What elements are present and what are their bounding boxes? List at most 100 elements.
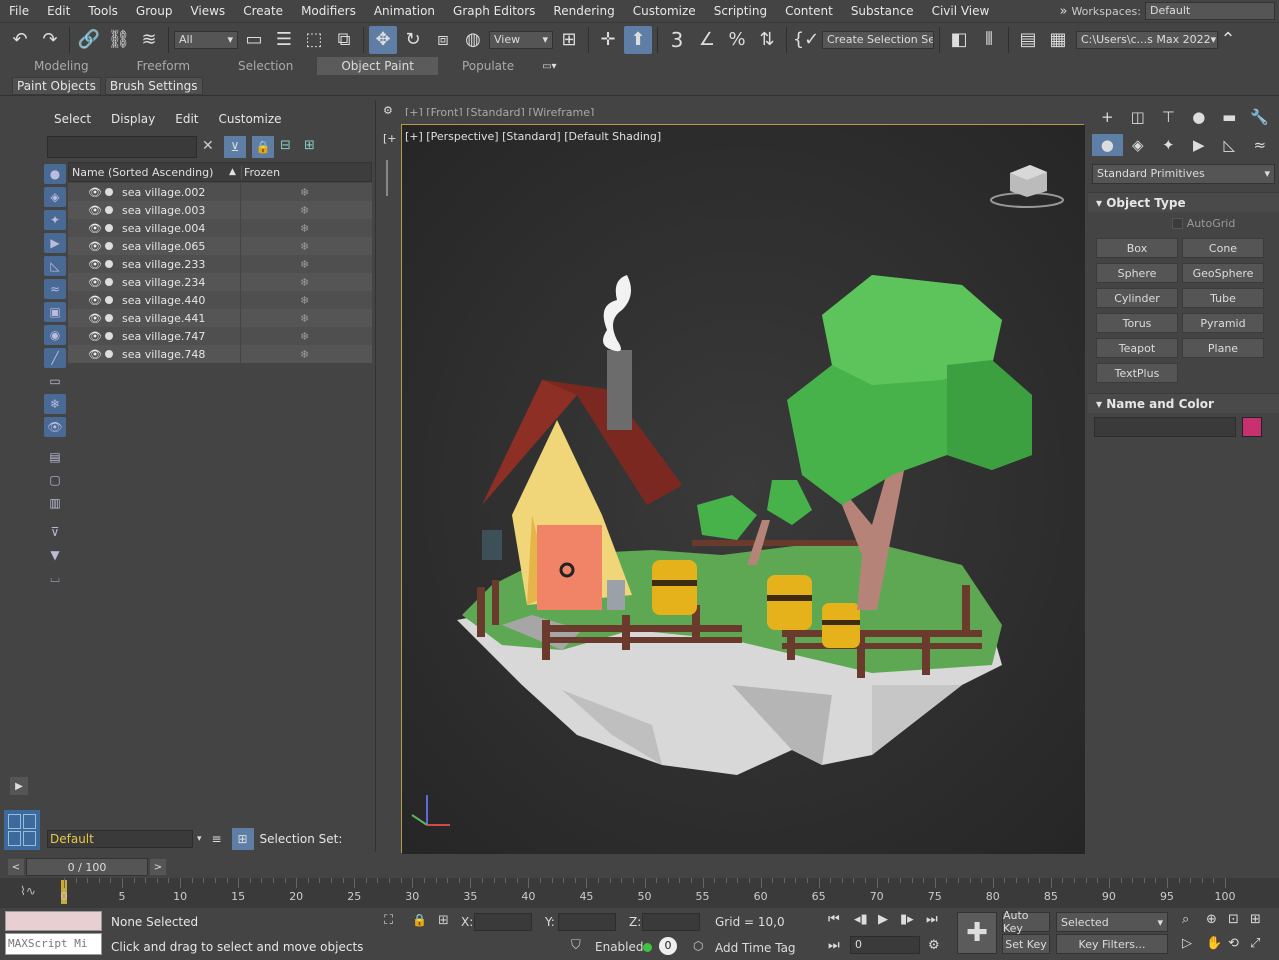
manipulate-icon[interactable]: ✛ — [594, 26, 622, 54]
list-item[interactable]: 👁 sea village.747 ❄ — [68, 327, 372, 345]
motion-tab-icon[interactable]: ● — [1184, 106, 1215, 128]
sphere-button[interactable]: Sphere — [1096, 263, 1178, 283]
orbit-icon[interactable]: ⟲ — [1228, 936, 1239, 951]
scene-search-input[interactable] — [47, 136, 197, 158]
cone-button[interactable]: Cone — [1182, 238, 1264, 258]
zoom-all-icon[interactable]: ⊕ — [1206, 912, 1217, 927]
render-dot-icon[interactable] — [105, 314, 113, 322]
tab-modeling[interactable]: Modeling — [10, 57, 113, 75]
render-dot-icon[interactable] — [105, 224, 113, 232]
rect-selection-icon[interactable]: ⬚ — [300, 26, 328, 54]
set-key-big-icon[interactable]: ✚ — [957, 912, 997, 954]
scene-menu-edit[interactable]: Edit — [165, 112, 208, 126]
next-frame-icon[interactable]: ▮▸ — [900, 912, 914, 927]
paint-objects-panel[interactable]: Paint Objects — [12, 76, 101, 95]
viewport-label[interactable]: [+] [Perspective] [Standard] [Default Sh… — [405, 130, 661, 143]
list-item[interactable]: 👁 sea village.003 ❄ — [68, 201, 372, 219]
display-tab-icon[interactable]: ▬ — [1214, 106, 1245, 128]
cameras-icon[interactable]: ▶ — [1184, 134, 1215, 156]
filter-options-icon[interactable]: ⊽ — [44, 522, 66, 542]
undo-icon[interactable]: ↶ — [6, 26, 34, 54]
render-dot-icon[interactable] — [105, 350, 113, 358]
selection-filter-dropdown[interactable]: All ▾ — [174, 30, 238, 49]
bind-spacewarp-icon[interactable]: ≋ — [135, 26, 163, 54]
lights-icon[interactable]: ✦ — [1153, 134, 1184, 156]
select-rotate-icon[interactable]: ↻ — [399, 26, 427, 54]
field-of-view-icon[interactable]: ▷ — [1182, 936, 1192, 951]
expand-panel-icon[interactable]: ▶ — [10, 777, 28, 795]
z-coord-field[interactable] — [642, 913, 700, 931]
object-color-swatch[interactable] — [1242, 417, 1262, 437]
workspace-dropdown[interactable]: Default — [1145, 2, 1275, 20]
time-tag-icon[interactable]: ⬡ — [693, 939, 703, 953]
pyramid-button[interactable]: Pyramid — [1182, 313, 1264, 333]
play-icon[interactable]: ▶ — [878, 912, 888, 927]
list-item[interactable]: 👁 sea village.234 ❄ — [68, 273, 372, 291]
toolbar-overflow-icon[interactable]: ⌃ — [1220, 26, 1236, 54]
curve-editor-icon[interactable]: ⌇∿ — [20, 884, 36, 898]
perspective-viewport[interactable] — [401, 124, 1085, 854]
menu-substance[interactable]: Substance — [842, 0, 923, 22]
adaptive-degradation-icon[interactable]: ⛉ — [571, 938, 581, 953]
col-name[interactable]: Name (Sorted Ascending) — [69, 166, 229, 179]
category-dropdown[interactable]: Standard Primitives ▾ — [1092, 164, 1275, 184]
filter-preset-icon[interactable]: ⌴ — [44, 568, 66, 588]
window-crossing-icon[interactable]: ⧉ — [330, 26, 358, 54]
visibility-eye-icon[interactable]: 👁 — [88, 294, 102, 307]
zoom-extents-all-icon[interactable]: ⊞ — [1250, 912, 1261, 927]
box-button[interactable]: Box — [1096, 238, 1178, 258]
visibility-eye-icon[interactable]: 👁 — [88, 204, 102, 217]
display-spacewarps-icon[interactable]: ≈ — [44, 279, 66, 299]
x-coord-field[interactable] — [474, 913, 532, 931]
render-dot-icon[interactable] — [105, 242, 113, 250]
tab-selection[interactable]: Selection — [214, 57, 317, 75]
menu-graph-editors[interactable]: Graph Editors — [444, 0, 544, 22]
create-tab-icon[interactable]: + — [1092, 106, 1123, 128]
visibility-eye-icon[interactable]: 👁 — [88, 348, 102, 361]
sort-hierarchy-icon[interactable]: ⊞ — [231, 828, 254, 850]
menu-animation[interactable]: Animation — [365, 0, 444, 22]
display-none-icon[interactable]: ▢ — [44, 470, 66, 490]
visibility-eye-icon[interactable]: 👁 — [88, 186, 102, 199]
list-item[interactable]: 👁 sea village.748 ❄ — [68, 345, 372, 363]
isolate-icon[interactable]: ⛶ — [384, 913, 393, 928]
angle-snap-icon[interactable]: ∠ — [693, 26, 721, 54]
filter-icon[interactable]: ▼ — [44, 545, 66, 565]
mirror-icon[interactable]: ◧ — [945, 26, 973, 54]
key-filters-button[interactable]: Key Filters... — [1056, 934, 1168, 954]
render-dot-icon[interactable] — [105, 296, 113, 304]
menu-edit[interactable]: Edit — [38, 0, 79, 22]
viewport-top-label[interactable]: [+] [Front] [Standard] [Wireframe] — [405, 106, 594, 116]
list-item[interactable]: 👁 sea village.002 ❄ — [68, 183, 372, 201]
snap-toggle-icon[interactable]: 3 — [663, 26, 691, 54]
project-path-dropdown[interactable]: C:\Users\c...s Max 2022 ▾ — [1076, 30, 1218, 49]
align-icon[interactable]: ⫴ — [975, 26, 1003, 54]
zoom-extents-icon[interactable]: ⊡ — [1228, 912, 1239, 927]
render-dot-icon[interactable] — [105, 332, 113, 340]
time-config-icon[interactable]: ⚙ — [928, 938, 940, 953]
spinner-snap-icon[interactable]: ⇅ — [753, 26, 781, 54]
tab-populate[interactable]: Populate — [438, 57, 538, 75]
freeze-icon[interactable]: ❄ — [300, 240, 309, 253]
object-name-input[interactable] — [1094, 417, 1236, 437]
time-slider[interactable]: 0 / 100 — [26, 858, 148, 876]
display-xrefs-icon[interactable]: ◉ — [44, 325, 66, 345]
geosphere-button[interactable]: GeoSphere — [1182, 263, 1264, 283]
maxscript-mini-input[interactable]: MAXScript Mi — [5, 933, 102, 955]
selection-set-dropdown[interactable]: Create Selection Se▾ — [822, 30, 934, 49]
percent-snap-icon[interactable]: % — [723, 26, 751, 54]
menu-rendering[interactable]: Rendering — [544, 0, 623, 22]
display-geometry-icon[interactable]: ● — [44, 164, 66, 184]
geometry-icon[interactable]: ● — [1092, 134, 1123, 156]
freeze-icon[interactable]: ❄ — [300, 348, 309, 361]
list-item[interactable]: 👁 sea village.004 ❄ — [68, 219, 372, 237]
pivot-center-icon[interactable]: ⊞ — [555, 26, 583, 54]
display-groups-icon[interactable]: ▣ — [44, 302, 66, 322]
auto-key-button[interactable]: Auto Key — [1002, 909, 1050, 935]
display-shapes-icon[interactable]: ◈ — [44, 187, 66, 207]
menu-scripting[interactable]: Scripting — [705, 0, 776, 22]
col-frozen[interactable]: Frozen — [241, 165, 280, 179]
select-object-icon[interactable]: ▭ — [240, 26, 268, 54]
trackbar[interactable]: ⌇∿ 0 5 10 15 20 25 30 35 40 45 50 55 60 65 70 75 80 85 90 9… — [0, 878, 1279, 908]
freeze-icon[interactable]: ❄ — [300, 222, 309, 235]
